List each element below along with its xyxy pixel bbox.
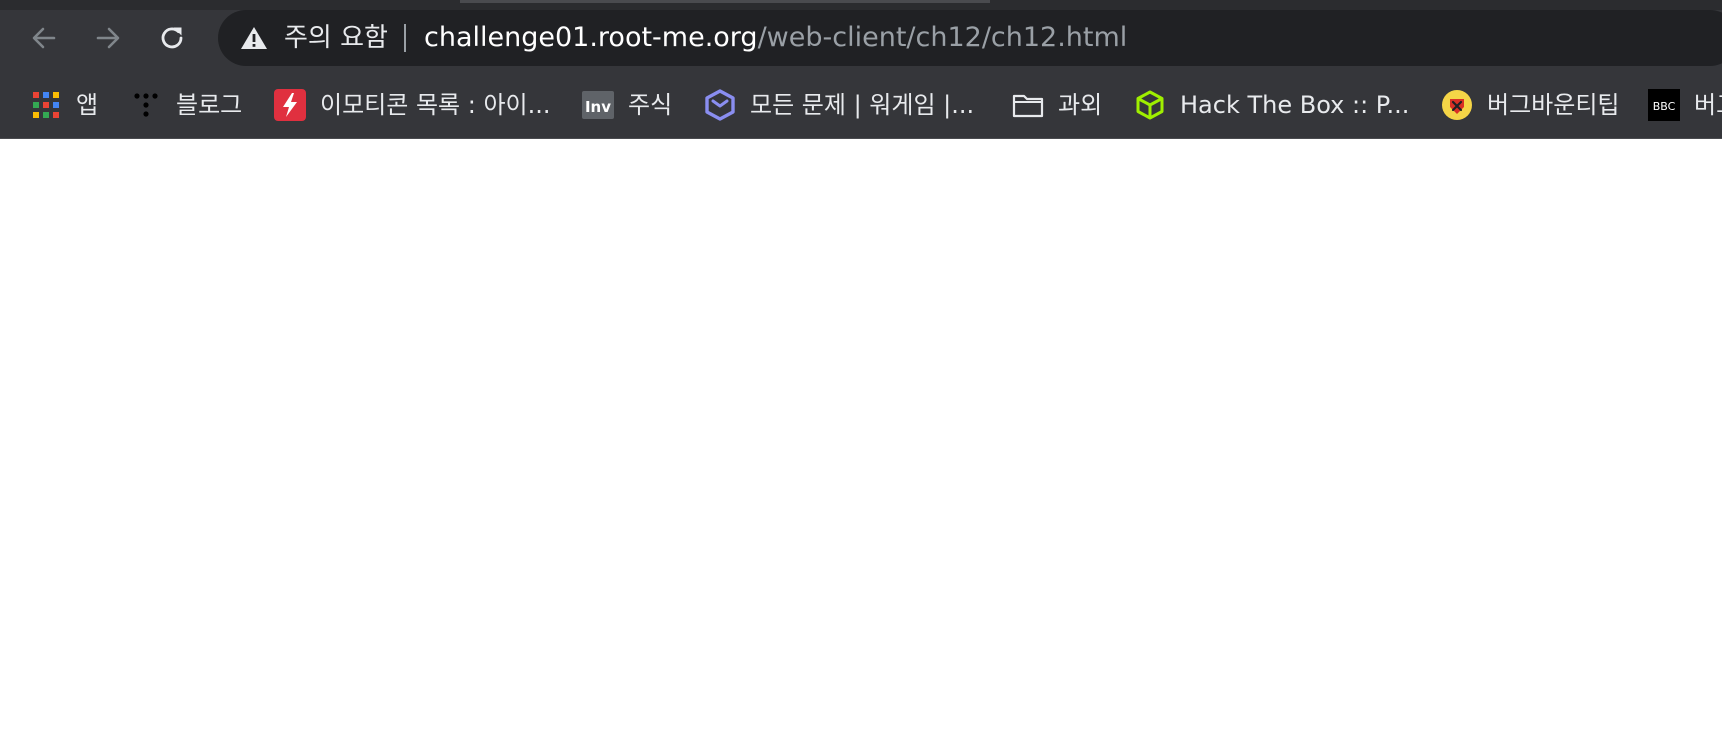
cube-icon <box>1134 89 1166 121</box>
folder-icon <box>1012 89 1044 121</box>
forward-button[interactable] <box>88 18 128 58</box>
bookmark-label: 모든 문제 | 워게임 |... <box>750 91 975 119</box>
browser-toolbar: 주의 요함 challenge01.root-me.org/web-client… <box>0 10 1722 66</box>
bookmark-label: 버그 <box>1694 91 1722 119</box>
security-status-label[interactable]: 주의 요함 <box>284 21 388 55</box>
bbc-logo-icon: BBC <box>1648 89 1680 121</box>
arrow-left-icon <box>32 27 56 49</box>
bug-badge-icon <box>1441 89 1473 121</box>
inv-logo-icon: Inv <box>582 89 614 121</box>
bookmark-label: 이모티콘 목록 : 아이... <box>320 91 551 119</box>
apps-grid-icon <box>30 89 62 121</box>
bookmark-label: 주식 <box>628 91 673 119</box>
bookmark-bugbounty-tips[interactable]: 버그바운티팁 <box>1441 85 1619 125</box>
bookmark-stocks[interactable]: Inv 주식 <box>582 85 672 125</box>
address-bar[interactable]: 주의 요함 challenge01.root-me.org/web-client… <box>218 10 1722 66</box>
svg-text:Inv: Inv <box>585 98 611 116</box>
bookmark-wargame[interactable]: 모든 문제 | 워게임 |... <box>704 85 974 125</box>
bookmarks-bar: 앱 블로그 이모티콘 목록 : 아이... Inv 주식 모든 문제 | 워게임… <box>0 80 1722 130</box>
arrow-right-icon <box>96 27 120 49</box>
svg-text:BBC: BBC <box>1653 100 1676 113</box>
url-host: challenge01.root-me.org <box>424 22 758 53</box>
bookmark-label: Hack The Box :: P... <box>1180 91 1410 119</box>
browser-chrome: 주의 요함 challenge01.root-me.org/web-client… <box>0 0 1722 139</box>
bookmark-blog[interactable]: 블로그 <box>130 85 242 125</box>
bookmark-bbc[interactable]: BBC 버그 <box>1648 85 1722 125</box>
bookmark-folder-tutoring[interactable]: 과외 <box>1012 85 1102 125</box>
bookmark-label: 과외 <box>1058 91 1103 119</box>
bookmark-label: 버그바운티팁 <box>1487 91 1620 119</box>
lightning-icon <box>274 89 306 121</box>
dots-logo-icon <box>130 89 162 121</box>
omnibox-divider <box>404 24 406 52</box>
page-content-blank <box>0 139 1722 756</box>
warning-triangle-icon[interactable] <box>240 26 268 50</box>
url-path: /web-client/ch12/ch12.html <box>757 22 1128 53</box>
bookmark-emoticon-list[interactable]: 이모티콘 목록 : 아이... <box>274 85 551 125</box>
bookmark-apps[interactable]: 앱 <box>30 85 98 125</box>
tab-strip-edge <box>0 0 1722 10</box>
url-text[interactable]: challenge01.root-me.org/web-client/ch12/… <box>424 21 1127 55</box>
back-button[interactable] <box>24 18 64 58</box>
reload-icon <box>161 27 183 49</box>
reload-button[interactable] <box>152 18 192 58</box>
bookmark-hackthebox[interactable]: Hack The Box :: P... <box>1134 85 1409 125</box>
bookmark-label: 앱 <box>76 91 99 119</box>
bookmark-label: 블로그 <box>176 91 243 119</box>
wargame-logo-icon <box>704 89 736 121</box>
